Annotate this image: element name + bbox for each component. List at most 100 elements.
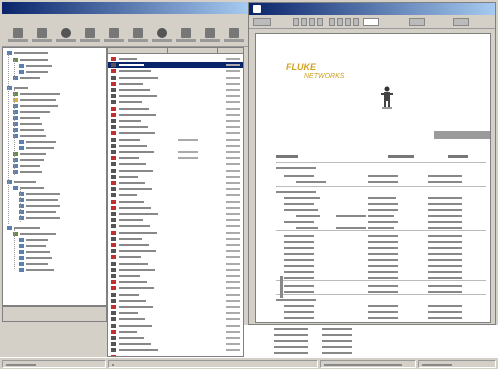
list-row[interactable] [108, 242, 243, 248]
list-row[interactable] [108, 180, 243, 186]
list-row[interactable] [108, 93, 243, 99]
list-row[interactable] [108, 248, 243, 254]
tree-node[interactable] [13, 128, 44, 132]
zoom-icon[interactable] [329, 18, 335, 26]
list-row[interactable] [108, 143, 243, 149]
tree-node[interactable] [19, 262, 48, 266]
toolbar-button-8[interactable] [176, 27, 196, 45]
list-row[interactable] [108, 205, 243, 211]
report-tool-button[interactable] [253, 18, 271, 26]
list-row[interactable] [108, 99, 243, 105]
list-row[interactable] [108, 341, 243, 347]
tree-node[interactable] [13, 186, 44, 190]
list-row[interactable] [108, 87, 243, 93]
tree-node[interactable] [13, 134, 46, 138]
list-row[interactable] [108, 292, 243, 298]
report-page[interactable]: FLUKE NETWORKS [255, 33, 491, 323]
tree-node[interactable] [19, 250, 50, 254]
list-row[interactable] [108, 149, 243, 155]
list-row[interactable] [108, 316, 243, 322]
list-row[interactable] [108, 329, 243, 335]
list-row[interactable] [108, 81, 243, 87]
list-row[interactable] [108, 62, 243, 69]
toolbar-button-9[interactable] [200, 27, 220, 45]
list-row[interactable] [108, 304, 243, 310]
prev-page-icon[interactable] [301, 18, 307, 26]
report-tool-button[interactable] [409, 18, 425, 26]
tree-node[interactable] [7, 51, 48, 55]
tree-node[interactable] [19, 192, 60, 196]
list-row[interactable] [108, 236, 243, 242]
list-row[interactable] [108, 155, 243, 161]
first-page-icon[interactable] [293, 18, 299, 26]
tree-node[interactable] [19, 216, 60, 220]
tree-node[interactable] [19, 210, 56, 214]
list-row[interactable] [108, 112, 243, 118]
list-row[interactable] [108, 161, 243, 167]
tree-node[interactable] [19, 268, 54, 272]
list-row[interactable] [108, 347, 243, 353]
device-list-pane[interactable] [107, 47, 244, 357]
tree-node[interactable] [13, 170, 42, 174]
list-row[interactable] [108, 217, 243, 223]
list-row[interactable] [108, 168, 243, 174]
toolbar-button-6[interactable] [128, 27, 148, 45]
list-column-header[interactable] [218, 48, 243, 54]
tree-node[interactable] [19, 256, 52, 260]
list-row[interactable] [108, 106, 243, 112]
tree-node[interactable] [19, 198, 58, 202]
print-icon[interactable] [337, 18, 343, 26]
list-row[interactable] [108, 298, 243, 304]
tree-node[interactable] [13, 110, 50, 114]
list-row[interactable] [108, 118, 243, 124]
main-title-bar[interactable] [2, 2, 248, 14]
page-number-field[interactable] [363, 18, 379, 26]
toolbar-button-1[interactable] [8, 27, 28, 45]
last-page-icon[interactable] [317, 18, 323, 26]
tree-node[interactable] [13, 58, 48, 62]
list-row[interactable] [108, 267, 243, 273]
list-row[interactable] [108, 230, 243, 236]
list-row[interactable] [108, 75, 243, 81]
tree-node[interactable] [19, 244, 46, 248]
list-row[interactable] [108, 310, 243, 316]
tree-node[interactable] [19, 70, 48, 74]
tree-node[interactable] [13, 76, 40, 80]
toolbar-button-7[interactable] [152, 27, 172, 45]
tree-node[interactable] [19, 238, 48, 242]
list-column-header[interactable] [108, 48, 168, 54]
report-title-bar[interactable] [249, 3, 495, 15]
toolbar-button-4[interactable] [80, 27, 100, 45]
list-row[interactable] [108, 186, 243, 192]
search-icon[interactable] [353, 18, 359, 26]
list-row[interactable] [108, 273, 243, 279]
tree-node[interactable] [7, 226, 40, 230]
tree-node[interactable] [13, 122, 42, 126]
list-row[interactable] [108, 261, 243, 267]
toolbar-button-10[interactable] [224, 27, 244, 45]
toolbar-button-2[interactable] [32, 27, 52, 45]
list-row[interactable] [108, 56, 243, 62]
export-icon[interactable] [345, 18, 351, 26]
tree-node[interactable] [13, 92, 60, 96]
list-row[interactable] [108, 323, 243, 329]
tree-node[interactable] [13, 104, 58, 108]
list-row[interactable] [108, 137, 243, 143]
list-row[interactable] [108, 211, 243, 217]
toolbar-button-5[interactable] [104, 27, 124, 45]
network-tree-pane[interactable] [2, 47, 107, 306]
tree-node[interactable] [13, 164, 40, 168]
list-row[interactable] [108, 285, 243, 291]
tree-node[interactable] [13, 232, 56, 236]
tree-node[interactable] [13, 152, 46, 156]
list-row[interactable] [108, 199, 243, 205]
tree-node[interactable] [19, 146, 54, 150]
toolbar-button-3[interactable] [56, 27, 76, 45]
tree-node[interactable] [19, 140, 56, 144]
report-tool-button[interactable] [453, 18, 469, 26]
list-row[interactable] [108, 174, 243, 180]
tree-node[interactable] [13, 116, 40, 120]
next-page-icon[interactable] [309, 18, 315, 26]
list-row[interactable] [108, 130, 243, 136]
list-row[interactable] [108, 223, 243, 229]
